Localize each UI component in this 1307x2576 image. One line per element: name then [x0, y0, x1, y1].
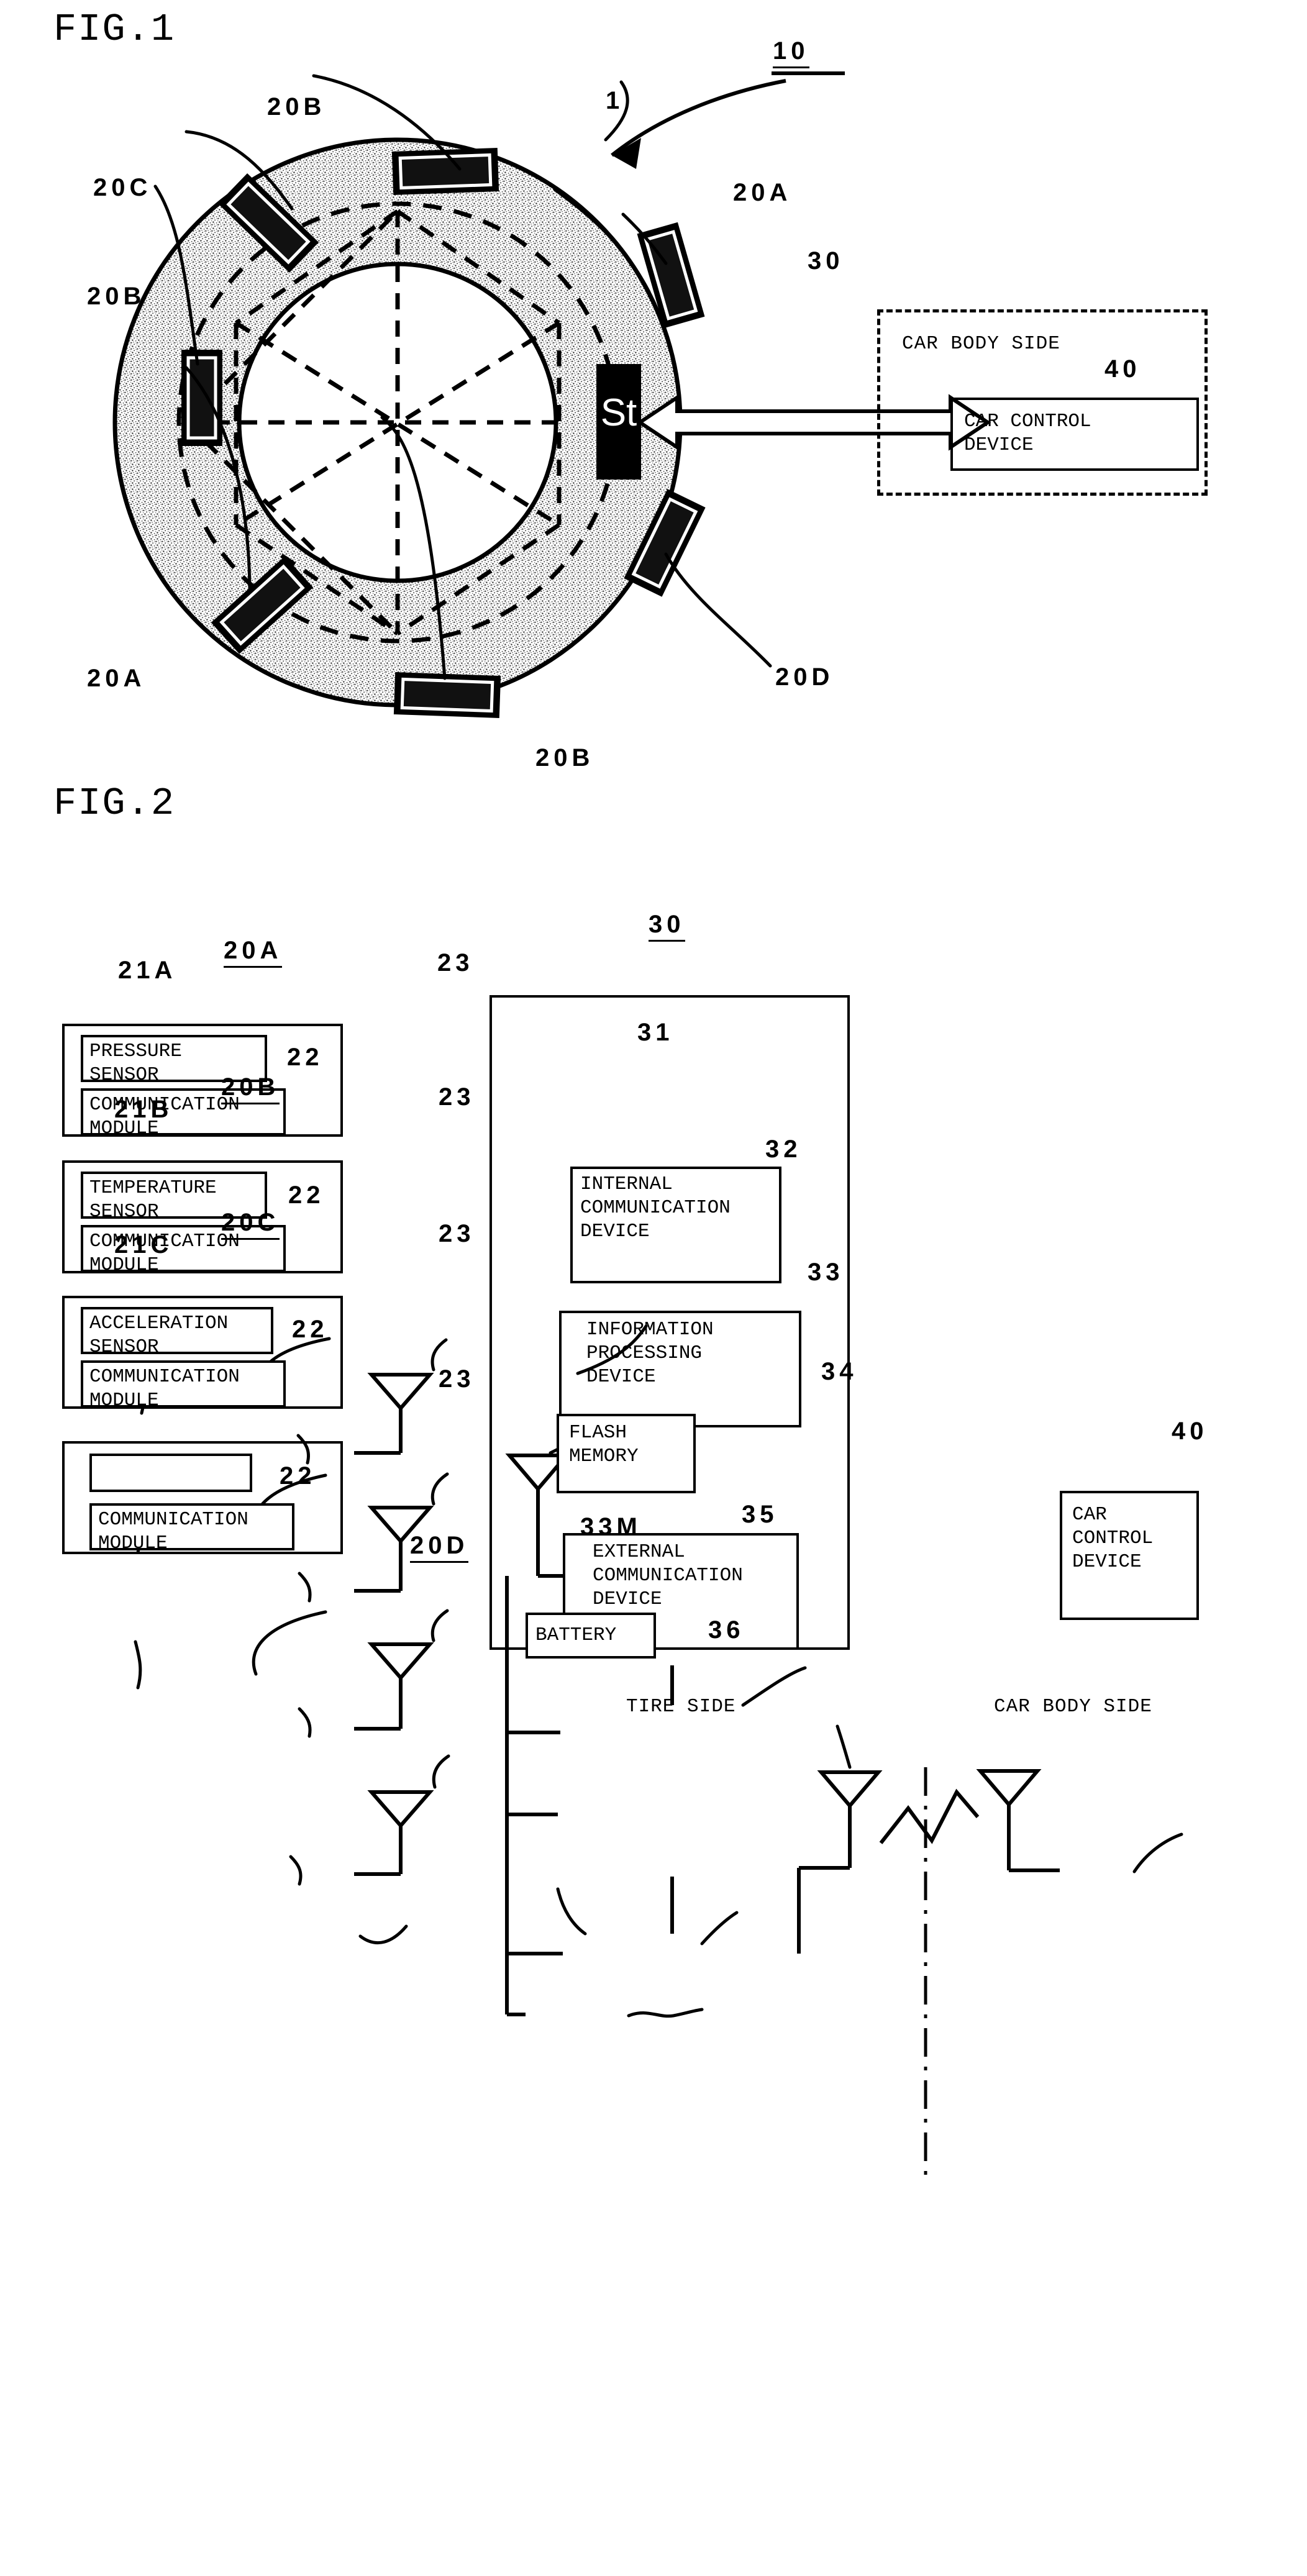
ref-21c: 21C	[114, 1231, 173, 1258]
flash-memory-box: FLASH MEMORY	[557, 1414, 696, 1493]
ref-31: 31	[637, 1019, 674, 1046]
information-processing-device-label: INFORMATION PROCESSING DEVICE	[586, 1319, 714, 1388]
comm-module-label-d: COMMUNICATION MODULE	[98, 1509, 248, 1554]
battery-box: BATTERY	[526, 1613, 656, 1659]
ref-40-fig1: 40	[1104, 355, 1141, 383]
ref-20b-fig2: 20B	[221, 1073, 280, 1104]
tire-sensor-top	[391, 148, 499, 195]
patent-drawing-sheet: FIG.1 St CAR BODY SIDE CAR CONTROL DEVIC…	[0, 0, 1307, 2175]
ref-22-d: 22	[280, 1462, 316, 1490]
sensor-module-20b: TEMPERATURE SENSOR COMMUNICATION MODULE	[62, 1160, 343, 1276]
acceleration-sensor-box: ACCELERATION SENSOR	[81, 1307, 273, 1358]
internal-communication-device-box: INTERNAL COMMUNICATION DEVICE	[570, 1167, 781, 1283]
ref-23-a: 23	[437, 949, 474, 976]
car-control-device-label: CAR CONTROL DEVICE	[964, 411, 1091, 456]
st-block-label: St	[600, 391, 637, 434]
ref-20a-bottom: 20A	[87, 665, 146, 692]
ref-32: 32	[765, 1136, 802, 1163]
figure-1: FIG.1 St CAR BODY SIDE CAR CONTROL DEVIC…	[0, 0, 1307, 771]
sensor-module-20c: ACCELERATION SENSOR COMMUNICATION MODULE	[62, 1296, 343, 1411]
acceleration-sensor-label: ACCELERATION SENSOR	[89, 1313, 229, 1358]
sensor-module-20d: COMMUNICATION MODULE	[62, 1441, 343, 1554]
ref-22-b: 22	[288, 1181, 325, 1209]
car-control-device-label-fig2: CAR CONTROL DEVICE	[1072, 1504, 1154, 1573]
ref-23-c: 23	[439, 1220, 475, 1247]
internal-communication-device-label: INTERNAL COMMUNICATION DEVICE	[580, 1173, 731, 1242]
tire-sensor-upper-left	[217, 173, 319, 273]
tire-sensor-lower-right	[624, 489, 706, 597]
ref-20c: 20C	[93, 174, 152, 201]
ref-23-d: 23	[439, 1365, 475, 1393]
figure-2-title: FIG.2	[53, 781, 176, 826]
tire-sensor-lower-left	[211, 556, 314, 654]
empty-sensor-box-d	[89, 1454, 252, 1492]
ref-20d: 20D	[775, 663, 834, 691]
ref-20a-fig2: 20A	[224, 937, 283, 968]
ref-21a: 21A	[118, 957, 177, 984]
comm-module-box-d: COMMUNICATION MODULE	[89, 1503, 294, 1554]
ref-20b-left: 20B	[87, 283, 146, 310]
flash-memory-label: FLASH MEMORY	[569, 1422, 639, 1467]
figure-1-title: FIG.1	[53, 7, 176, 52]
battery-label: BATTERY	[535, 1624, 617, 1646]
ref-system-10: 10	[773, 37, 809, 68]
tire-sensor-bottom	[393, 672, 501, 718]
tire-side-label: TIRE SIDE	[626, 1696, 736, 1718]
ref-36: 36	[708, 1616, 745, 1644]
ref-20a-top: 20A	[733, 179, 792, 206]
temperature-sensor-label: TEMPERATURE SENSOR	[89, 1177, 217, 1222]
pressure-sensor-label: PRESSURE SENSOR	[89, 1040, 182, 1086]
tire-sensor-upper-right	[637, 222, 705, 329]
ref-21b: 21B	[114, 1096, 173, 1123]
car-control-device-box: CAR CONTROL DEVICE	[950, 398, 1199, 471]
st-block: St	[596, 364, 641, 480]
car-body-side-label-fig2: CAR BODY SIDE	[994, 1696, 1152, 1718]
ref-20d-fig2: 20D	[410, 1532, 469, 1563]
ref-30: 30	[808, 247, 844, 275]
ref-30-fig2: 30	[649, 911, 685, 942]
ref-33: 33	[808, 1258, 844, 1286]
car-control-device-box-fig2: CAR CONTROL DEVICE	[1060, 1491, 1199, 1620]
figure-2: FIG.2 PRESSURE SENSOR COMMUNICATION MODU…	[0, 764, 1307, 2175]
ref-20c-fig2: 20C	[221, 1209, 280, 1240]
ref-tire-1: 1	[606, 87, 624, 114]
ref-40-fig2: 40	[1172, 1418, 1208, 1445]
ref-34: 34	[821, 1358, 858, 1385]
ref-22-c: 22	[292, 1316, 329, 1343]
car-body-side-label: CAR BODY SIDE	[902, 333, 1060, 355]
comm-module-label-c: COMMUNICATION MODULE	[89, 1366, 240, 1411]
ref-20b-top: 20B	[267, 93, 326, 121]
sensor-module-20a: PRESSURE SENSOR COMMUNICATION MODULE	[62, 1024, 343, 1139]
ref-23-b: 23	[439, 1083, 475, 1111]
external-communication-device-label: EXTERNAL COMMUNICATION DEVICE	[593, 1541, 743, 1610]
tire-sensor-left	[181, 350, 222, 446]
comm-module-box-c: COMMUNICATION MODULE	[81, 1360, 286, 1411]
ref-35: 35	[742, 1501, 778, 1528]
information-processing-device-box: INFORMATION PROCESSING DEVICE	[559, 1311, 801, 1427]
ref-22-a: 22	[287, 1044, 324, 1071]
